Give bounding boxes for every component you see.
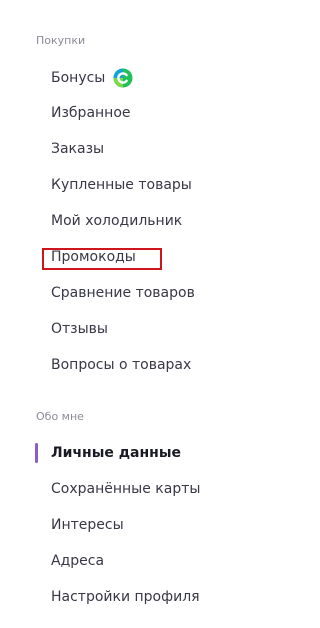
menu-item-reviews[interactable]: Отзывы	[51, 320, 108, 338]
menu-item-saved-cards[interactable]: Сохранённые карты	[51, 480, 200, 498]
section-title-purchases: Покупки	[36, 34, 86, 47]
menu-item-bonuses[interactable]: Бонусы	[51, 68, 133, 88]
menu-item-promocodes[interactable]: Промокоды	[51, 248, 136, 266]
menu-item-product-questions[interactable]: Вопросы о товарах	[51, 356, 191, 374]
section-title-about-me: Обо мне	[36, 410, 84, 423]
bonus-badge-icon	[113, 68, 133, 88]
menu-item-interests[interactable]: Интересы	[51, 516, 124, 534]
menu-item-label: Бонусы	[51, 70, 106, 86]
menu-item-my-fridge[interactable]: Мой холодильник	[51, 212, 182, 230]
menu-item-addresses[interactable]: Адреса	[51, 552, 104, 570]
active-indicator	[35, 443, 38, 463]
menu-item-personal-data[interactable]: Личные данные	[51, 444, 181, 462]
menu-item-purchased-goods[interactable]: Купленные товары	[51, 176, 192, 194]
menu-item-favorites[interactable]: Избранное	[51, 104, 131, 122]
menu-item-orders[interactable]: Заказы	[51, 140, 104, 158]
menu-item-compare-goods[interactable]: Сравнение товаров	[51, 284, 195, 302]
menu-item-profile-settings[interactable]: Настройки профиля	[51, 588, 200, 606]
